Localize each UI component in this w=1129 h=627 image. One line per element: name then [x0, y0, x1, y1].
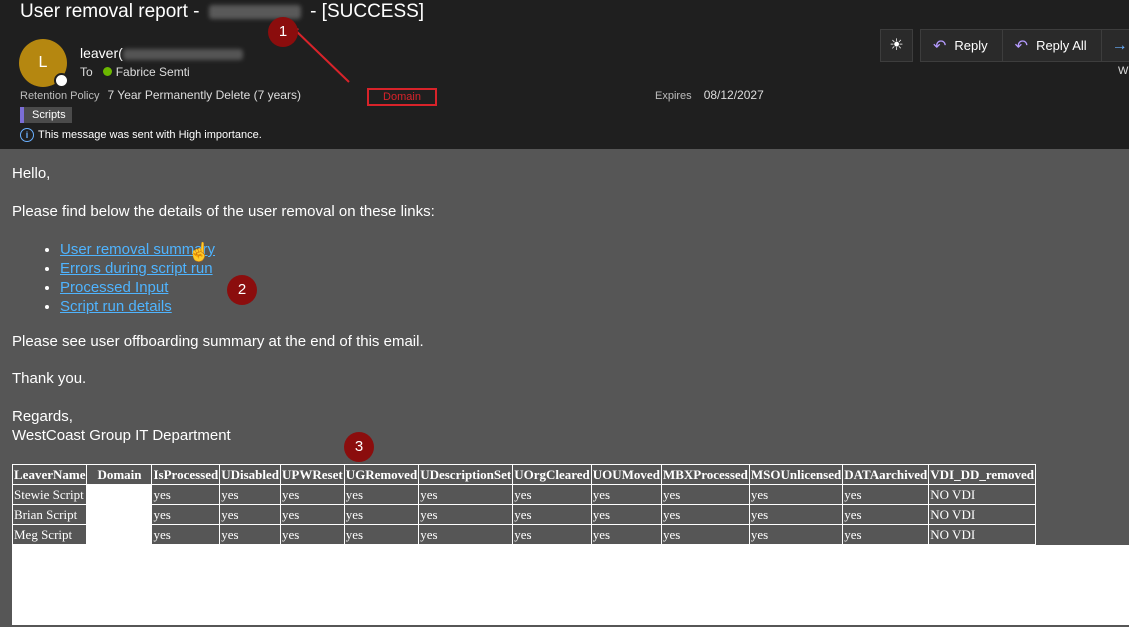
table-row: Stewie Script yes yes yes yes yes yes ye… — [11, 484, 1037, 505]
column-header: UPWReset — [280, 464, 345, 485]
greeting: Hello, — [12, 165, 51, 182]
column-header: MSOUnlicensed — [748, 464, 844, 485]
signature: WestCoast Group IT Department — [12, 427, 231, 444]
column-header: IsProcessed — [151, 464, 221, 485]
list-item: Processed Input — [60, 278, 215, 297]
annotation-marker-3: 3 — [344, 432, 374, 462]
redacted-region — [12, 545, 1129, 625]
column-header: UOUMoved — [590, 464, 662, 485]
column-header: UDescriptionSet — [418, 464, 514, 485]
table-row: Brian Script yes yes yes yes yes yes yes… — [11, 504, 1037, 525]
intro-text: Please find below the details of the use… — [12, 203, 435, 220]
column-header: UOrgCleared — [512, 464, 592, 485]
regards-text: Regards, — [12, 408, 73, 425]
table-header-row: LeaverName Domain IsProcessed UDisabled … — [11, 464, 1037, 485]
redacted-cell — [86, 504, 153, 525]
thanks-text: Thank you. — [12, 370, 87, 387]
column-header: UDisabled — [219, 464, 282, 485]
column-header: DATAarchived — [842, 464, 930, 485]
list-item: Script run details — [60, 297, 215, 316]
hand-cursor-icon: ☝ — [188, 242, 211, 262]
link-script-run-details[interactable]: Script run details — [60, 298, 172, 315]
column-header: LeaverName — [11, 464, 88, 485]
annotation-marker-2: 2 — [227, 275, 257, 305]
offboarding-note: Please see user offboarding summary at t… — [12, 333, 424, 350]
column-header: MBXProcessed — [660, 464, 750, 485]
column-header: VDI_DD_removed — [928, 464, 1037, 485]
column-header: Domain — [86, 464, 153, 485]
table-row: Meg Script yes yes yes yes yes yes yes y… — [11, 524, 1037, 545]
link-processed-input[interactable]: Processed Input — [60, 279, 168, 296]
redacted-cell — [86, 484, 153, 505]
annotation-marker-1: 1 — [268, 17, 298, 47]
redacted-cell — [86, 524, 153, 545]
offboarding-summary-table: LeaverName Domain IsProcessed UDisabled … — [11, 464, 1037, 545]
column-header: UGRemoved — [343, 464, 420, 485]
